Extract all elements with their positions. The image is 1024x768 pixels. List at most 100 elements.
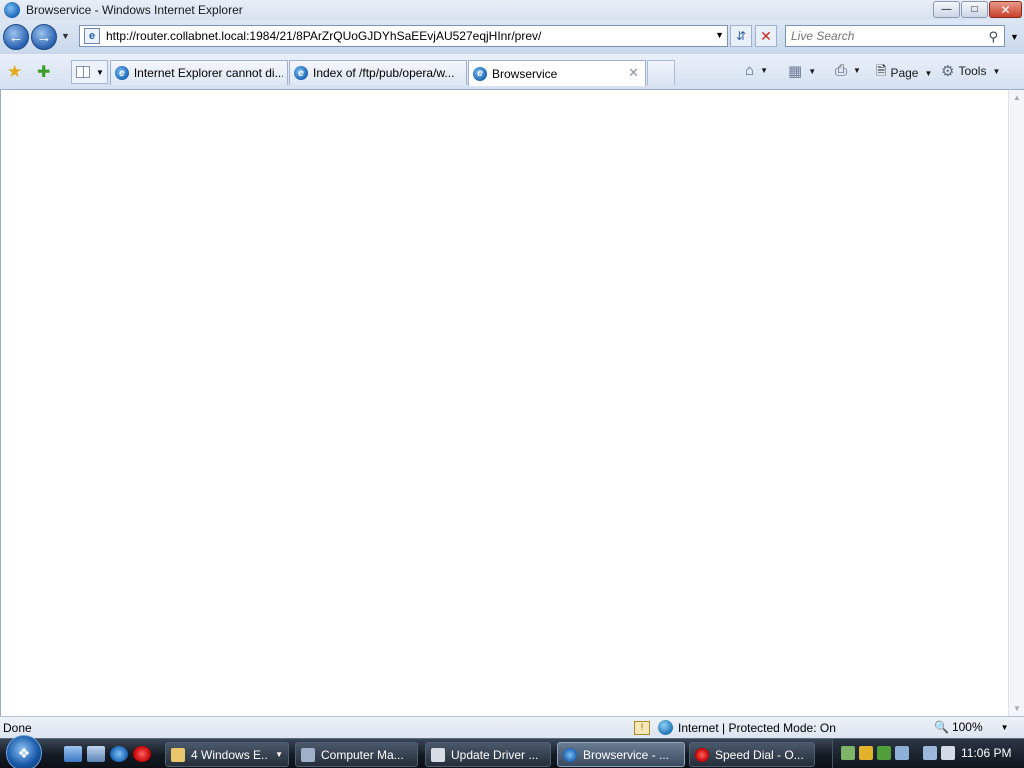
back-button[interactable]: ←	[3, 24, 29, 50]
page-menu-dropdown: ▼	[924, 68, 933, 78]
taskbar-item-browservice[interactable]: Browservice - ...	[557, 742, 685, 767]
taskbar-item-label: Browservice - ...	[583, 747, 670, 762]
scroll-up-icon[interactable]: ▲	[1013, 93, 1021, 102]
page-menu[interactable]: 🗎 Page ▼	[876, 62, 932, 84]
tools-menu-dropdown: ▼	[992, 66, 1001, 76]
zone-label: Internet | Protected Mode: On	[678, 720, 836, 735]
security-alert-icon[interactable]	[859, 746, 873, 760]
taskbar-item-label: Speed Dial - O...	[715, 747, 804, 762]
vertical-scrollbar[interactable]: ▲ ▼	[1008, 90, 1024, 716]
window-title: Browservice - Windows Internet Explorer	[26, 3, 243, 17]
forward-button[interactable]: →	[31, 24, 57, 50]
taskbar-item-speed-dial[interactable]: Speed Dial - O...	[689, 742, 815, 767]
favorites-star-icon[interactable]: ★	[7, 62, 22, 82]
show-desktop-icon[interactable]	[64, 746, 82, 762]
start-button[interactable]: ❖	[6, 735, 42, 768]
home-button[interactable]: ⌂ ▼	[745, 62, 768, 79]
taskbar-item-computer-management[interactable]: Computer Ma...	[295, 742, 418, 767]
quick-tabs-button[interactable]: ▼	[71, 60, 108, 84]
tab-browservice[interactable]: e Browservice ✕	[468, 60, 646, 86]
forward-arrow-icon: →	[36, 28, 52, 46]
windows-logo-icon: ❖	[17, 744, 31, 761]
back-arrow-icon: ←	[8, 28, 24, 46]
computer-management-icon	[301, 747, 315, 762]
refresh-icon: ⇵	[735, 29, 747, 43]
recent-pages-dropdown[interactable]: ▼	[61, 31, 70, 41]
feeds-dropdown[interactable]: ▼	[808, 67, 816, 76]
search-icon[interactable]: ⚲	[988, 29, 998, 45]
switch-windows-icon[interactable]	[87, 746, 105, 762]
tray-check-icon[interactable]	[877, 746, 891, 760]
folder-icon	[171, 747, 185, 762]
print-button[interactable]: ⎙ ▼	[835, 62, 861, 79]
taskbar-item-label: Computer Ma...	[321, 747, 404, 762]
security-zone[interactable]: ! Internet | Protected Mode: On	[634, 720, 836, 735]
tab-label: Internet Explorer cannot di...	[133, 66, 283, 80]
zoom-dropdown[interactable]: ▼	[1001, 723, 1009, 732]
taskbar-item-label: Update Driver ...	[451, 747, 539, 762]
status-text: Done	[3, 720, 32, 735]
rss-feed-icon: ▦	[788, 63, 803, 80]
add-favorite-icon[interactable]: ✚	[37, 62, 50, 82]
gear-icon: ⚙	[941, 63, 955, 80]
minimize-button[interactable]: —	[933, 1, 960, 18]
system-tray: 11:06 PM	[832, 739, 1024, 768]
maximize-button[interactable]: □	[961, 1, 988, 18]
internet-zone-icon	[658, 720, 673, 735]
tools-menu[interactable]: ⚙ Tools ▼	[941, 62, 1000, 80]
zoom-control[interactable]: 🔍 100% ▼	[934, 720, 1009, 734]
quick-tabs-icon	[76, 66, 90, 78]
close-icon: ✕	[1000, 2, 1011, 17]
ie-page-icon: e	[473, 66, 487, 81]
taskbar-item-label: 4 Windows E...	[191, 747, 268, 762]
ie-quicklaunch-icon[interactable]	[110, 746, 128, 762]
close-tab-icon[interactable]: ✕	[628, 65, 639, 81]
home-icon: ⌂	[745, 62, 755, 79]
search-input[interactable]	[791, 29, 971, 43]
stop-icon: ✕	[760, 27, 772, 44]
network-status-icon[interactable]	[923, 746, 937, 760]
zoom-icon: 🔍	[934, 720, 949, 734]
tray-app-icon[interactable]	[841, 746, 855, 760]
volume-muted-icon[interactable]	[941, 746, 955, 760]
print-dropdown[interactable]: ▼	[853, 66, 861, 75]
refresh-button[interactable]: ⇵	[730, 25, 752, 47]
search-options-dropdown[interactable]: ▼	[1010, 32, 1019, 42]
address-url[interactable]: http://router.collabnet.local:1984/21/8P…	[106, 29, 706, 43]
scroll-down-icon[interactable]: ▼	[1013, 704, 1021, 713]
ie-icon	[563, 747, 577, 762]
zoom-level: 100%	[951, 720, 983, 734]
protected-mode-icon: !	[634, 720, 650, 735]
title-bar: Browservice - Windows Internet Explorer …	[0, 0, 1024, 20]
opera-quicklaunch-icon[interactable]	[133, 746, 151, 762]
group-dropdown-icon: ▼	[275, 750, 283, 759]
tab-bar: ★ ✚ ▼ e Internet Explorer cannot di... e…	[0, 54, 1024, 90]
network-icon[interactable]	[895, 746, 909, 760]
close-window-button[interactable]: ✕	[989, 1, 1022, 18]
page-content[interactable]	[0, 90, 1008, 716]
feeds-button[interactable]: ▦ ▼	[788, 62, 816, 80]
page-menu-label: Page	[890, 66, 919, 80]
ie-page-icon: e	[115, 66, 129, 80]
tab-ftp-index[interactable]: e Index of /ftp/pub/opera/w...	[289, 60, 467, 85]
search-box[interactable]: ⚲	[785, 25, 1005, 47]
taskbar-item-update-driver[interactable]: Update Driver ...	[425, 742, 551, 767]
stop-button[interactable]: ✕	[755, 25, 777, 47]
tab-label: Browservice	[492, 66, 558, 81]
home-dropdown[interactable]: ▼	[760, 66, 768, 75]
tab-ie-cannot-display[interactable]: e Internet Explorer cannot di...	[110, 60, 288, 85]
window-controls: — □ ✕	[933, 1, 1022, 18]
opera-icon	[695, 747, 709, 762]
document-icon	[431, 747, 445, 762]
status-bar: Done ! Internet | Protected Mode: On 🔍 1…	[0, 716, 1024, 738]
taskbar: ❖ 4 Windows E... ▼ Computer Ma... Update…	[0, 735, 1024, 768]
address-dropdown-icon[interactable]: ▼	[715, 30, 724, 40]
new-tab-button[interactable]	[647, 60, 675, 85]
navigation-bar: ← → ▼ e http://router.collabnet.local:19…	[0, 20, 1024, 54]
page-icon: 🗎	[876, 63, 887, 78]
taskbar-item-windows-explorer[interactable]: 4 Windows E... ▼	[165, 742, 289, 767]
address-bar[interactable]: e http://router.collabnet.local:1984/21/…	[79, 25, 728, 47]
printer-icon: ⎙	[835, 62, 848, 79]
tab-list-dropdown[interactable]: ▼	[96, 68, 104, 77]
clock[interactable]: 11:06 PM	[961, 746, 1011, 760]
